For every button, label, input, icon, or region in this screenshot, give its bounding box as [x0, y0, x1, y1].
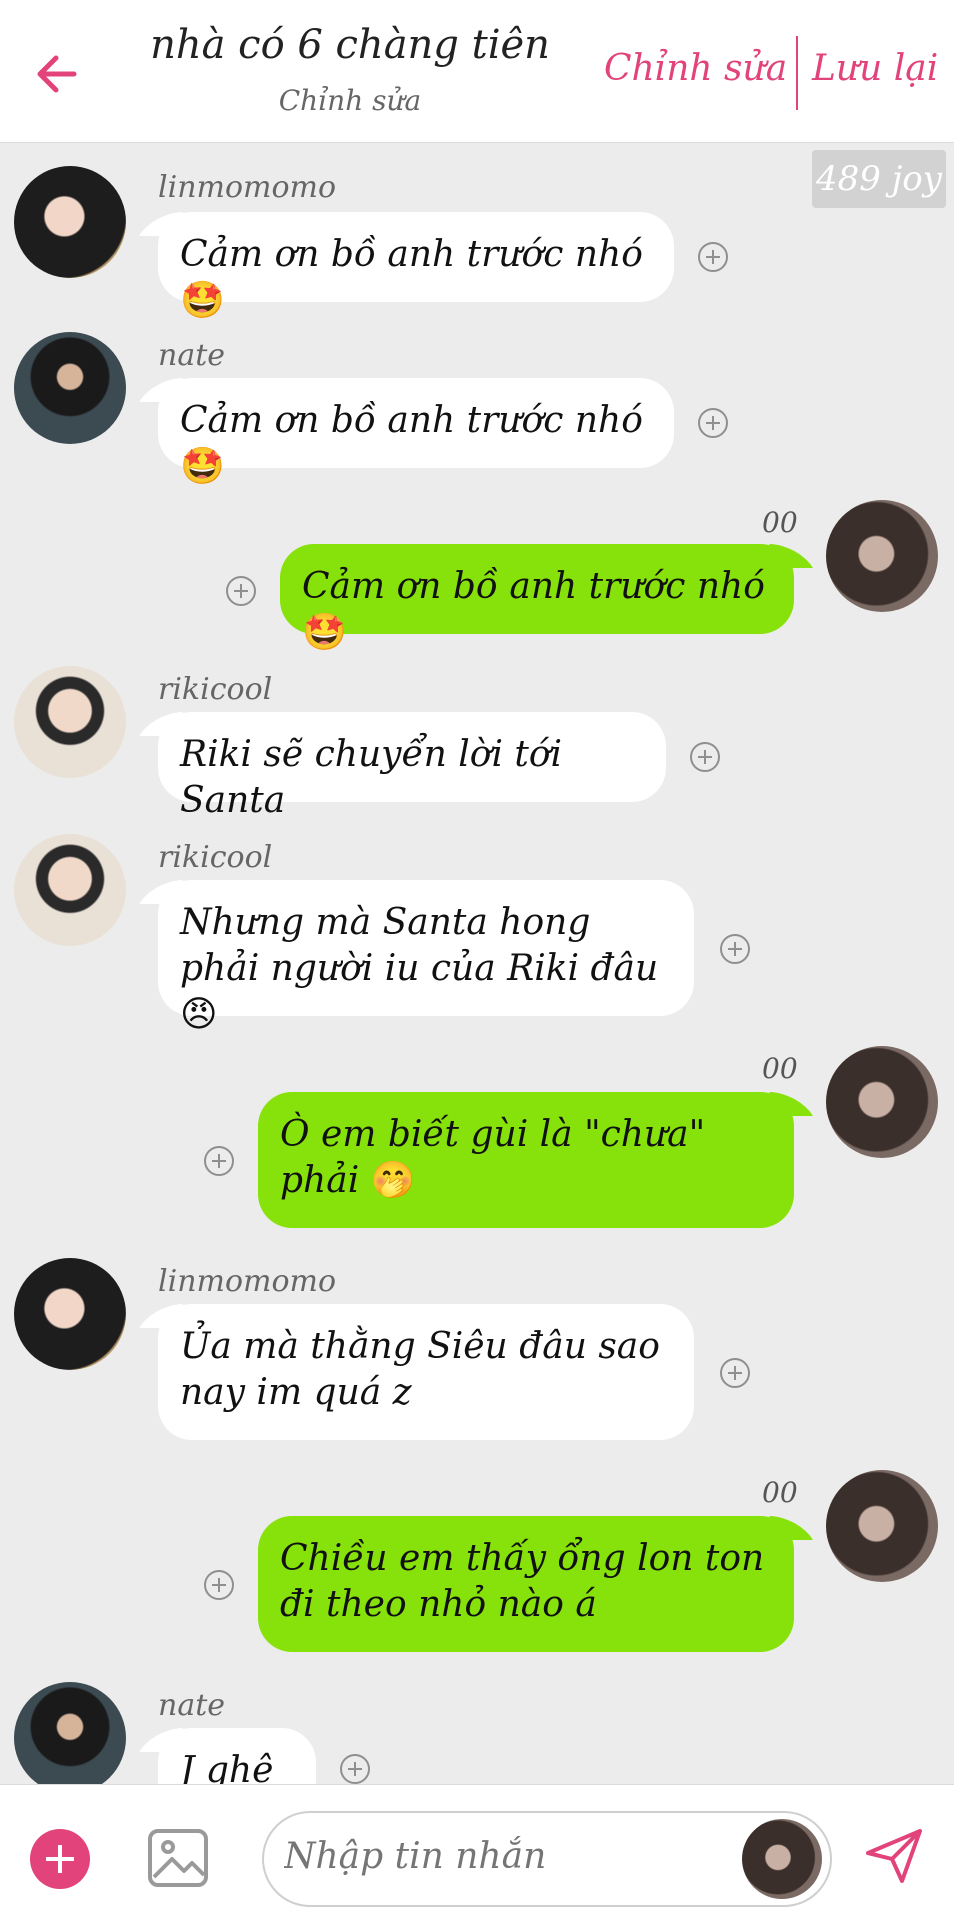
sender-name: nate	[158, 1688, 226, 1723]
message-bubble[interactable]: Chiều em thấy ổng lon ton đi theo nhỏ nà…	[258, 1516, 794, 1652]
sender-name: 00	[762, 506, 798, 539]
message-emoji: 🤭	[370, 1160, 416, 1201]
composer-bar	[0, 1784, 954, 1921]
my-avatar[interactable]	[826, 1470, 938, 1582]
my-avatar[interactable]	[826, 500, 938, 612]
message-text: Chiều em thấy ổng lon ton đi theo nhỏ nà…	[280, 1538, 765, 1625]
message-text: Nhưng mà Santa hong phải người iu của Ri…	[180, 902, 659, 989]
avatar[interactable]	[14, 834, 126, 946]
sender-name: linmomomo	[158, 1264, 337, 1299]
message-text: Ò em biết gùi là "chưa" phải	[280, 1114, 706, 1201]
arrow-left-icon[interactable]	[28, 44, 88, 104]
save-button[interactable]: Lưu lại	[812, 48, 938, 89]
header-divider	[796, 36, 798, 110]
avatar[interactable]	[14, 1682, 126, 1784]
plus-circle-icon[interactable]	[698, 242, 728, 272]
sender-name: rikicool	[158, 672, 273, 707]
message-bubble[interactable]: Nhưng mà Santa hong phải người iu của Ri…	[158, 880, 694, 1035]
message-text: Ủa mà thằng Siêu đâu sao nay im quá z	[180, 1326, 660, 1413]
sender-name: nate	[158, 338, 226, 373]
my-avatar[interactable]	[742, 1819, 822, 1899]
plus-icon[interactable]	[30, 1829, 90, 1889]
plus-circle-icon[interactable]	[720, 1358, 750, 1388]
message-bubble[interactable]: Cảm ơn bồ anh trước nhó 🤩	[158, 378, 674, 487]
plus-circle-icon[interactable]	[690, 742, 720, 772]
plus-circle-icon[interactable]	[340, 1754, 370, 1784]
message-text: J ghê z	[180, 1750, 274, 1784]
avatar[interactable]	[14, 666, 126, 778]
chat-area[interactable]: linmomomo Cảm ơn bồ anh trước nhó🤩 nate …	[0, 142, 954, 1784]
message-bubble[interactable]: Cảm ơn bồ anh trước nhó 🤩	[280, 544, 794, 653]
message-text: Riki sẽ chuyển lời tới Santa	[180, 734, 563, 821]
chat-subtitle[interactable]: Chỉnh sửa	[140, 84, 560, 117]
avatar[interactable]	[14, 1258, 126, 1370]
message-emoji: 🤩	[180, 280, 225, 321]
send-icon[interactable]	[862, 1823, 926, 1887]
message-bubble[interactable]: Cảm ơn bồ anh trước nhó 🤩	[158, 212, 674, 321]
sender-name: 00	[762, 1476, 798, 1509]
top-bar: nhà có 6 chàng tiên Chỉnh sửa Chỉnh sửa …	[0, 0, 954, 143]
message-bubble[interactable]: Riki sẽ chuyển lời tới Santa	[158, 712, 666, 821]
image-icon[interactable]	[146, 1827, 210, 1889]
avatar[interactable]	[14, 332, 126, 444]
plus-circle-icon[interactable]	[204, 1146, 234, 1176]
message-emoji: 😠	[180, 994, 218, 1035]
my-avatar[interactable]	[826, 1046, 938, 1158]
plus-circle-icon[interactable]	[720, 934, 750, 964]
plus-circle-icon[interactable]	[226, 576, 256, 606]
sender-name: linmomomo	[158, 170, 337, 205]
message-emoji: 🤩	[302, 612, 347, 653]
message-emoji: 🤩	[180, 446, 225, 487]
message-bubble[interactable]: Ủa mà thằng Siêu đâu sao nay im quá z	[158, 1304, 694, 1440]
message-input[interactable]	[282, 1835, 726, 1878]
message-text: Cảm ơn bồ anh trước nhó	[302, 566, 765, 607]
message-text: Cảm ơn bồ anh trước nhó	[180, 234, 643, 275]
sender-name: rikicool	[158, 840, 273, 875]
edit-button[interactable]: Chỉnh sửa	[604, 48, 787, 89]
plus-circle-icon[interactable]	[204, 1570, 234, 1600]
avatar[interactable]	[14, 166, 126, 278]
chat-title: nhà có 6 chàng tiên	[150, 22, 550, 68]
message-bubble[interactable]: J ghê z	[158, 1728, 316, 1784]
sender-name: 00	[762, 1052, 798, 1085]
message-bubble[interactable]: Ò em biết gùi là "chưa" phải 🤭	[258, 1092, 794, 1228]
message-text: Cảm ơn bồ anh trước nhó	[180, 400, 643, 441]
plus-circle-icon[interactable]	[698, 408, 728, 438]
